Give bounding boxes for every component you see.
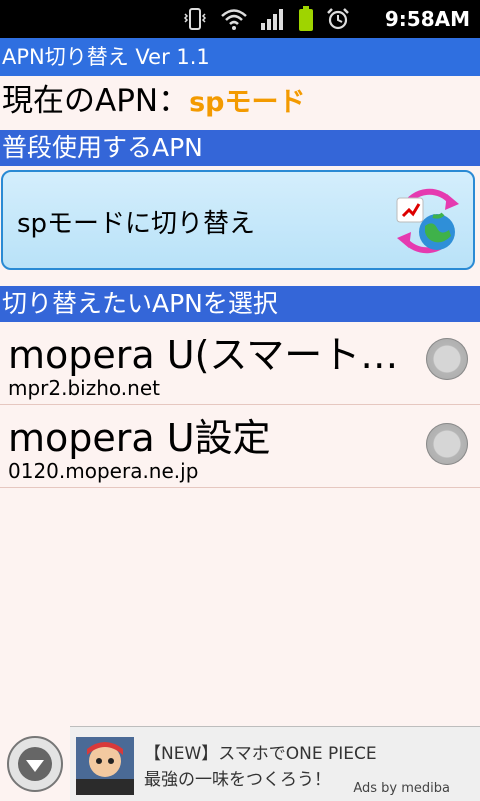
globe-switch-icon bbox=[396, 188, 459, 254]
switch-apn-button[interactable]: spモードに切り替え bbox=[1, 170, 475, 270]
wifi-icon bbox=[221, 9, 247, 30]
apn-host: 0120.mopera.ne.jp bbox=[8, 459, 199, 483]
vibrate-icon bbox=[183, 8, 207, 30]
app-title: APN切り替え Ver 1.1 bbox=[2, 45, 210, 69]
ad-credit: Ads by mediba bbox=[353, 781, 450, 796]
apn-list-item[interactable]: mopera U設定 0120.mopera.ne.jp bbox=[0, 405, 480, 488]
ad-subline: 最強の一味をつくろう！ bbox=[144, 770, 331, 790]
current-apn-label: 現在のAPN： bbox=[2, 83, 190, 119]
current-apn-row: 現在のAPN：spモード bbox=[0, 78, 480, 126]
section-select-label: 切り替えたいAPNを選択 bbox=[2, 289, 278, 318]
apn-name: mopera U(スマート… bbox=[8, 333, 399, 377]
apn-radio-button[interactable] bbox=[426, 423, 468, 465]
apn-list-item[interactable]: mopera U(スマート… mpr2.bizho.net bbox=[0, 322, 480, 405]
ad-headline: 【NEW】スマホでONE PIECE bbox=[144, 744, 377, 764]
ad-banner[interactable]: 【NEW】スマホでONE PIECE 最強の一味をつくろう！ Ads by me… bbox=[70, 726, 480, 801]
apn-name: mopera U設定 bbox=[8, 416, 271, 460]
app-title-bar: APN切り替え Ver 1.1 bbox=[0, 38, 480, 76]
battery-icon bbox=[299, 6, 313, 31]
chevron-down-icon bbox=[18, 747, 52, 781]
section-header-select: 切り替えたいAPNを選択 bbox=[0, 286, 480, 322]
signal-icon bbox=[261, 9, 283, 30]
apn-host: mpr2.bizho.net bbox=[8, 376, 160, 400]
switch-apn-button-label: spモードに切り替え bbox=[17, 209, 256, 239]
status-time: 9:58AM bbox=[384, 7, 470, 31]
apn-radio-button[interactable] bbox=[426, 338, 468, 380]
status-icons bbox=[182, 6, 350, 32]
collapse-ad-button[interactable] bbox=[7, 736, 63, 792]
alarm-icon bbox=[327, 8, 349, 30]
ad-thumbnail-image bbox=[76, 737, 134, 795]
section-header-normal: 普段使用するAPN bbox=[0, 130, 480, 166]
section-normal-label: 普段使用するAPN bbox=[2, 133, 203, 162]
status-bar: 9:58AM bbox=[0, 0, 480, 38]
current-apn-value: spモード bbox=[189, 87, 306, 118]
